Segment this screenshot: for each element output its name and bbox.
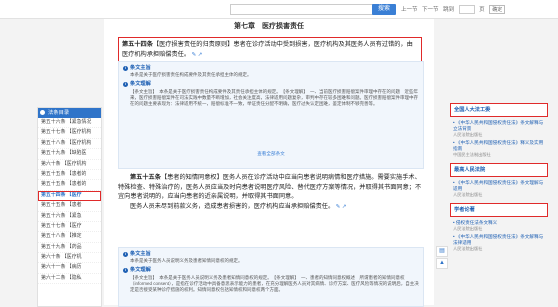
page-unit: 页	[479, 7, 485, 13]
toc-item[interactable]: 第五十八条 【医疗机构	[38, 139, 101, 150]
reference-section-title[interactable]: 全国人大法工委	[450, 103, 548, 117]
info-icon: i	[123, 82, 128, 87]
toc-item[interactable]: 第五十五条 【患者	[38, 201, 101, 212]
toc-header: 法条目录	[38, 108, 101, 118]
reference-title[interactable]: 《中华人民共和国侵权责任法》条文解释与立法背景	[453, 120, 543, 131]
reference-item[interactable]: • 侵权责任法条文释义 人民法院出版社	[450, 219, 548, 233]
info-icon: i	[123, 251, 128, 257]
article-54-text: 【医疗损害责任的归责原则】患者在诊疗活动中受到损害，医疗机构及其医务人员有过错的…	[122, 41, 413, 58]
toc-item[interactable]: 第五十八条 【推定	[38, 232, 101, 243]
section-head-understanding: i 条文理解	[123, 81, 151, 88]
top-toolbar: 搜索 上一节 下一节 跳到 页 确定	[0, 0, 558, 19]
toc-item[interactable]: 第五十六条 【紧急	[38, 212, 101, 222]
toc-item[interactable]: 第五十七条 【医疗机构	[38, 128, 101, 139]
toc-item[interactable]: 第五十五条 【患者的	[38, 170, 101, 181]
toc-item[interactable]: 第五十五条 【患者的	[38, 180, 101, 191]
page-navigation: 上一节 下一节 跳到 页 确定	[401, 5, 508, 15]
toc-item[interactable]: 第六十二条 【隐私	[38, 274, 101, 285]
jump-label: 跳到	[443, 7, 455, 13]
section-head-understanding: i 条文理解	[123, 267, 151, 274]
floating-tools: ▤ ▲	[436, 246, 448, 270]
understanding-text: 【条文主旨】 本条是关于医务人员说明义务及患者知情同意权的规定。 【条文理解】 …	[130, 274, 419, 293]
reference-item[interactable]: • 《中华人民共和国侵权责任法》条文理解与适用 人民法院出版社	[450, 179, 548, 199]
edit-icon[interactable]: ✎	[192, 52, 197, 58]
reference-section-title[interactable]: 学者论著	[450, 203, 548, 217]
section-head-summary: i 条文主旨	[123, 251, 151, 257]
reference-publisher: 人民法院出版社	[453, 246, 483, 251]
understanding-text: 【条文主旨】 本条是关于医疗损害责任构成要件及其责任承担主体的规定。 【条文理解…	[130, 88, 418, 107]
reference-title[interactable]: 《中华人民共和国侵权责任法》条文理解与适用	[453, 180, 543, 191]
summary-text: 本条是关于医务人员说明义务及患者知情同意权的规定。	[130, 258, 243, 264]
book-icon[interactable]: ▤	[436, 246, 448, 257]
reference-title[interactable]: 《中华人民共和国侵权责任法》释义及实用指南	[453, 140, 543, 151]
reference-item[interactable]: • 《中华人民共和国侵权责任法》条文解释与立法背景 人民法院出版社	[450, 119, 548, 139]
toc-item[interactable]: 第五十七条 【医疗	[38, 222, 101, 233]
search-input[interactable]	[230, 4, 374, 15]
section-head-summary: i 条文主旨	[123, 65, 151, 71]
toc-sidebar: 法条目录 第五十六条 【紧急情况 第五十七条 【医疗机构 第五十八条 【医疗机构 第五…	[37, 107, 102, 307]
toc-item[interactable]: 第五十四条 【医疗	[38, 190, 101, 202]
toc-item[interactable]: 第五十六条 【紧急情况	[38, 118, 101, 129]
back-to-top-icon[interactable]: ▲	[436, 258, 448, 269]
next-section-link[interactable]: 下一节	[422, 7, 439, 13]
edit-icon[interactable]: ✎	[336, 204, 341, 210]
reference-publisher: 人民法院出版社	[453, 192, 483, 197]
reference-item[interactable]: • 《中华人民共和国侵权责任法》条文解释与法律适用 人民法院出版社	[450, 233, 548, 253]
reference-section-title[interactable]: 最高人民法院	[450, 163, 548, 177]
article-54-label: 第五十四条	[122, 41, 153, 48]
toc-item[interactable]: 第六十条 【医疗机构	[38, 160, 101, 170]
share-icon[interactable]: ↗	[198, 52, 203, 58]
main-content: 第七章 医疗损害责任 第五十四条【医疗损害责任的归责原则】患者在诊疗活动中受到损…	[104, 19, 434, 307]
toc-item[interactable]: 第六十条 【医疗机	[38, 253, 101, 264]
summary-text: 本条是关于医疗损害责任构成要件及其责任承担主体的规定。	[130, 72, 252, 78]
share-icon[interactable]: ↗	[342, 204, 347, 210]
reference-publisher: 人民法院出版社	[453, 132, 483, 137]
reference-title[interactable]: 侵权责任法条文释义	[456, 220, 497, 225]
reference-item[interactable]: • 《中华人民共和国侵权责任法》释义及实用指南 中国民主法制出版社	[450, 139, 548, 159]
toc-list: 第五十六条 【紧急情况 第五十七条 【医疗机构 第五十八条 【医疗机构 第五十九条 【…	[38, 118, 101, 285]
info-icon: i	[123, 65, 128, 71]
reference-sidebar: 全国人大法工委 • 《中华人民共和国侵权责任法》条文解释与立法背景 人民法院出版社 •…	[450, 103, 548, 257]
search-button[interactable]: 搜索	[372, 4, 396, 15]
article-55: 第五十五条【患者的知情同意权】医务人员在诊疗活动中应当向患者说明病情和医疗措施。…	[118, 173, 422, 212]
chapter-title: 第七章 医疗损害责任	[234, 22, 304, 30]
reference-title[interactable]: 《中华人民共和国侵权责任法》条文解释与法律适用	[453, 234, 543, 245]
article-54: 第五十四条【医疗损害责任的归责原则】患者在诊疗活动中受到损害，医疗机构及其医务人…	[118, 37, 422, 63]
article-55-label: 第五十五条	[130, 174, 161, 181]
jump-page-input[interactable]	[458, 5, 475, 15]
toc-icon	[40, 110, 45, 115]
view-all-link[interactable]: 查看全部条文	[119, 151, 423, 157]
toc-item[interactable]: 第五十九条 【缺陷医	[38, 149, 101, 160]
article-55-notes-panel: i 条文主旨 本条是关于医务人员说明义务及患者知情同意权的规定。 i 条文理解 …	[118, 247, 424, 307]
reference-publisher: 中国民主法制出版社	[453, 152, 491, 157]
article-55-text: 【患者的知情同意权】医务人员在诊疗活动中应当向患者说明病情和医疗措施。需要实施手…	[118, 174, 422, 200]
prev-section-link[interactable]: 上一节	[401, 7, 418, 13]
jump-button[interactable]: 确定	[489, 5, 506, 15]
toc-item[interactable]: 第六十一条 【病历	[38, 263, 101, 274]
article-54-notes-panel: i 条文主旨 本条是关于医疗损害责任构成要件及其责任承担主体的规定。 i 条文理…	[118, 61, 424, 169]
toc-item[interactable]: 第五十九条 【药品	[38, 243, 101, 254]
info-icon: i	[123, 268, 128, 273]
article-55-text-2: 医务人员未尽到前款义务，造成患者损害的，医疗机构应当承担赔偿责任。	[130, 202, 335, 210]
reference-publisher: 人民法院出版社	[453, 226, 483, 231]
